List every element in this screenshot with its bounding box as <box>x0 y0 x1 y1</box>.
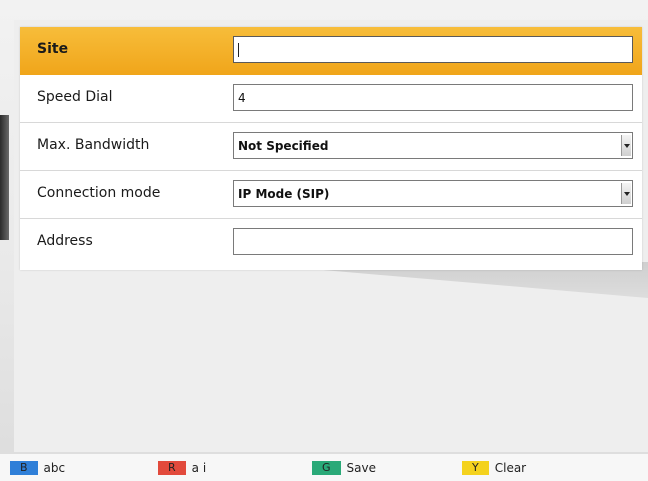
row-address[interactable]: Address <box>20 219 642 267</box>
button-guide-bar: Babc Ra i G Save Y Clear <box>0 454 648 481</box>
connection-mode-label: Connection mode <box>37 185 161 201</box>
max-bandwidth-select[interactable]: Not Specified <box>233 132 633 159</box>
max-bandwidth-label: Max. Bandwidth <box>37 137 150 153</box>
clear-label: Clear <box>494 460 527 475</box>
red-key-cap: R <box>158 460 186 475</box>
red-key-hint[interactable]: Ra i <box>158 460 206 478</box>
blue-key-cap: B <box>10 460 38 475</box>
chevron-down-icon[interactable] <box>621 135 631 156</box>
address-label: Address <box>37 233 93 249</box>
address-input[interactable] <box>233 228 633 255</box>
screen-background: Site Speed Dial 4 Max. Bandwidth Not Spe… <box>0 0 648 481</box>
green-key-cap: G <box>312 460 341 475</box>
yellow-key-hint[interactable]: Y Clear <box>462 460 526 478</box>
save-label: Save <box>346 460 376 475</box>
text-cursor <box>238 43 239 57</box>
site-entry-form: Site Speed Dial 4 Max. Bandwidth Not Spe… <box>20 27 642 270</box>
max-bandwidth-value: Not Specified <box>238 139 329 153</box>
green-key-hint[interactable]: G Save <box>312 460 376 478</box>
connection-mode-select[interactable]: IP Mode (SIP) <box>233 180 633 207</box>
connection-mode-value: IP Mode (SIP) <box>238 187 330 201</box>
row-site[interactable]: Site <box>20 27 642 75</box>
bezel-edge <box>0 115 9 240</box>
chevron-down-icon[interactable] <box>621 183 631 204</box>
red-key-label: a i <box>191 460 207 475</box>
row-connection-mode[interactable]: Connection mode IP Mode (SIP) <box>20 171 642 219</box>
yellow-key-cap: Y <box>462 460 489 475</box>
speed-dial-label: Speed Dial <box>37 89 113 105</box>
site-input[interactable] <box>233 36 633 63</box>
speed-dial-input[interactable]: 4 <box>233 84 633 111</box>
row-speed-dial[interactable]: Speed Dial 4 <box>20 75 642 123</box>
blue-key-hint[interactable]: Babc <box>10 460 65 478</box>
blue-key-label: abc <box>43 460 66 475</box>
row-max-bandwidth[interactable]: Max. Bandwidth Not Specified <box>20 123 642 171</box>
site-label: Site <box>37 41 69 57</box>
